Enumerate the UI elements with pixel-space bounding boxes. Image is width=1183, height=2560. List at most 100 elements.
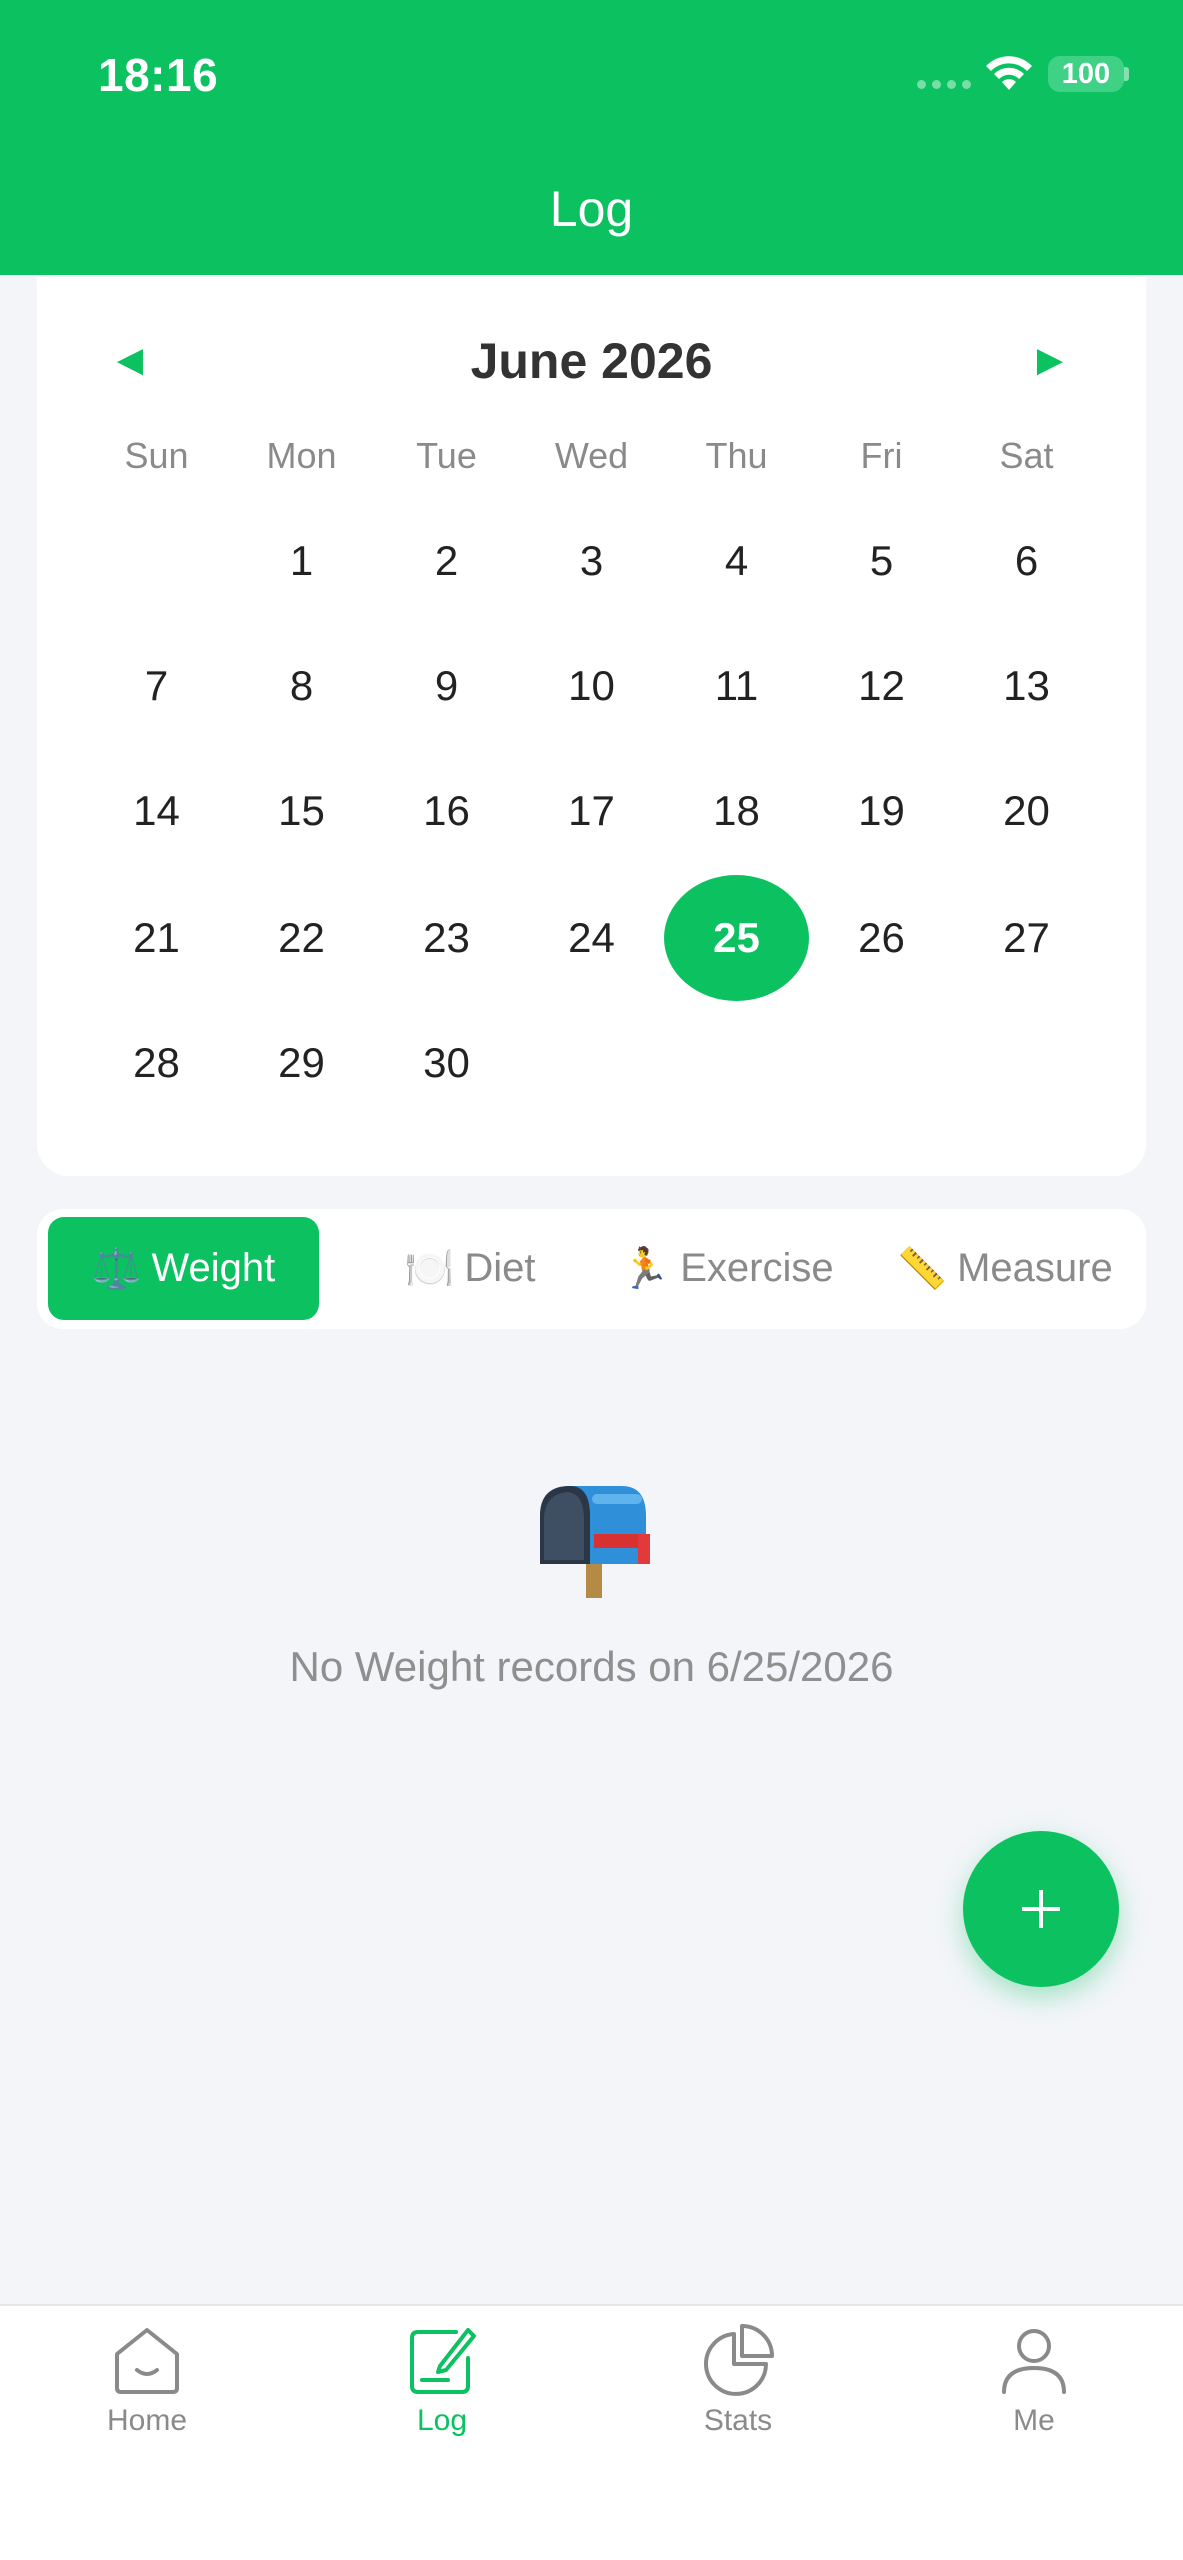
calendar-day-number: 13 (1003, 662, 1050, 709)
log-icon (410, 2328, 476, 2394)
calendar-day[interactable]: 13 (954, 623, 1099, 749)
calendar-day-number: 25 (713, 914, 760, 961)
add-record-button[interactable] (963, 1831, 1119, 1987)
profile-icon (1002, 2329, 1066, 2394)
calendar-day[interactable]: 20 (954, 748, 1099, 874)
calendar-day-number: 3 (579, 537, 604, 584)
battery-indicator: 100 (1048, 56, 1124, 92)
cellular-signal-icon (917, 80, 971, 89)
weekday-label: Sun (124, 435, 189, 476)
calendar-day-number: 1 (289, 537, 314, 584)
calendar-day[interactable]: 22 (229, 875, 374, 1001)
calendar-day[interactable]: 19 (809, 748, 954, 874)
stats-icon (704, 2324, 774, 2396)
calendar-day-number: 19 (858, 787, 905, 834)
wifi-icon (986, 56, 1032, 90)
tab-exercise[interactable]: 🏃 Exercise (596, 1217, 858, 1320)
calendar-day-number: 22 (278, 914, 325, 961)
calendar-day[interactable]: 26 (809, 875, 954, 1001)
calendar-day[interactable]: 18 (664, 748, 809, 874)
calendar-day[interactable]: 10 (519, 623, 664, 749)
nav-item-me[interactable]: Me (934, 2322, 1134, 2452)
tab-label: Exercise (680, 1246, 834, 1290)
calendar-day[interactable]: 27 (954, 875, 1099, 1001)
calendar-day[interactable]: 5 (809, 498, 954, 624)
calendar-day-number: 18 (713, 787, 760, 834)
mailbox-icon (540, 1486, 650, 1598)
calendar-day[interactable]: 12 (809, 623, 954, 749)
calendar-day-number: 20 (1003, 787, 1050, 834)
calendar-day[interactable]: 15 (229, 748, 374, 874)
diet-icon: 🍽️ (404, 1247, 455, 1291)
calendar-day[interactable]: 6 (954, 498, 1099, 624)
battery-cap (1124, 67, 1129, 81)
calendar-day[interactable]: 7 (84, 623, 229, 749)
calendar-day[interactable]: 29 (229, 1000, 374, 1126)
calendar-day[interactable]: 9 (374, 623, 519, 749)
calendar-day-number: 7 (144, 662, 169, 709)
calendar-day[interactable]: 16 (374, 748, 519, 874)
tab-diet[interactable]: 🍽️ Diet (340, 1217, 600, 1320)
home-icon (115, 2328, 179, 2394)
calendar-day-number: 2 (434, 537, 459, 584)
calendar-day-number: 30 (423, 1039, 470, 1086)
calendar-day[interactable]: 14 (84, 748, 229, 874)
nav-label-stats: Stats (703, 2404, 773, 2437)
nav-label-me: Me (1013, 2404, 1055, 2437)
calendar-day[interactable]: 24 (519, 875, 664, 1001)
tab-weight[interactable]: ⚖️ Weight (48, 1217, 319, 1320)
weekday-label: Sat (999, 435, 1054, 476)
calendar-day[interactable]: 17 (519, 748, 664, 874)
calendar-day[interactable]: 21 (84, 875, 229, 1001)
calendar-day-selected[interactable]: 25 (664, 875, 809, 1001)
calendar-day-number: 5 (869, 537, 894, 584)
calendar-day-number: 24 (568, 914, 615, 961)
next-month-button[interactable]: ▶ (1020, 340, 1080, 380)
calendar-day-number: 26 (858, 914, 905, 961)
calendar-day[interactable]: 1 (229, 498, 374, 624)
measure-icon: 📏 (897, 1247, 948, 1291)
weekday-label: Mon (266, 435, 337, 476)
calendar-day[interactable]: 8 (229, 623, 374, 749)
calendar-month-title: June 2026 (470, 333, 713, 389)
nav-item-home[interactable]: Home (47, 2322, 247, 2452)
calendar-day-number: 8 (289, 662, 314, 709)
nav-label-home: Home (106, 2404, 188, 2437)
calendar-day[interactable]: 28 (84, 1000, 229, 1126)
calendar-day-number: 15 (278, 787, 325, 834)
calendar-day[interactable]: 30 (374, 1000, 519, 1126)
calendar-day-number: 17 (568, 787, 615, 834)
exercise-icon: 🏃 (620, 1247, 671, 1291)
page-title: Log (549, 181, 634, 237)
tab-measure[interactable]: 📏 Measure (874, 1217, 1136, 1320)
calendar-day[interactable]: 2 (374, 498, 519, 624)
calendar-day-number: 4 (724, 537, 749, 584)
calendar-day[interactable]: 3 (519, 498, 664, 624)
calendar-day-number: 16 (423, 787, 470, 834)
nav-item-log[interactable]: Log (342, 2322, 542, 2452)
nav-item-stats[interactable]: Stats (638, 2322, 838, 2452)
calendar-day-number: 12 (858, 662, 905, 709)
calendar-day-number: 10 (568, 662, 615, 709)
calendar-day-number: 6 (1014, 537, 1039, 584)
weekday-label: Fri (860, 435, 903, 476)
calendar-day-number: 29 (278, 1039, 325, 1086)
calendar-day-number: 14 (133, 787, 180, 834)
calendar-day-number: 11 (714, 662, 759, 709)
tab-label: Diet (464, 1246, 536, 1290)
calendar-day[interactable]: 23 (374, 875, 519, 1001)
tab-label: Weight (151, 1246, 276, 1290)
calendar-day[interactable]: 4 (664, 498, 809, 624)
calendar-day-number: 28 (133, 1039, 180, 1086)
weekday-label: Thu (705, 435, 768, 476)
empty-state-text: No Weight records on 6/25/2026 (289, 1643, 894, 1690)
calendar-day[interactable]: 11 (664, 623, 809, 749)
weight-icon: ⚖️ (91, 1247, 142, 1291)
calendar-day-number: 27 (1003, 914, 1050, 961)
plus-icon (1022, 1890, 1060, 1928)
weekday-label: Tue (416, 435, 477, 476)
status-time: 18:16 (98, 49, 219, 101)
calendar-day-number: 9 (434, 662, 459, 709)
weekday-label: Wed (554, 435, 629, 476)
tab-label: Measure (957, 1246, 1113, 1290)
